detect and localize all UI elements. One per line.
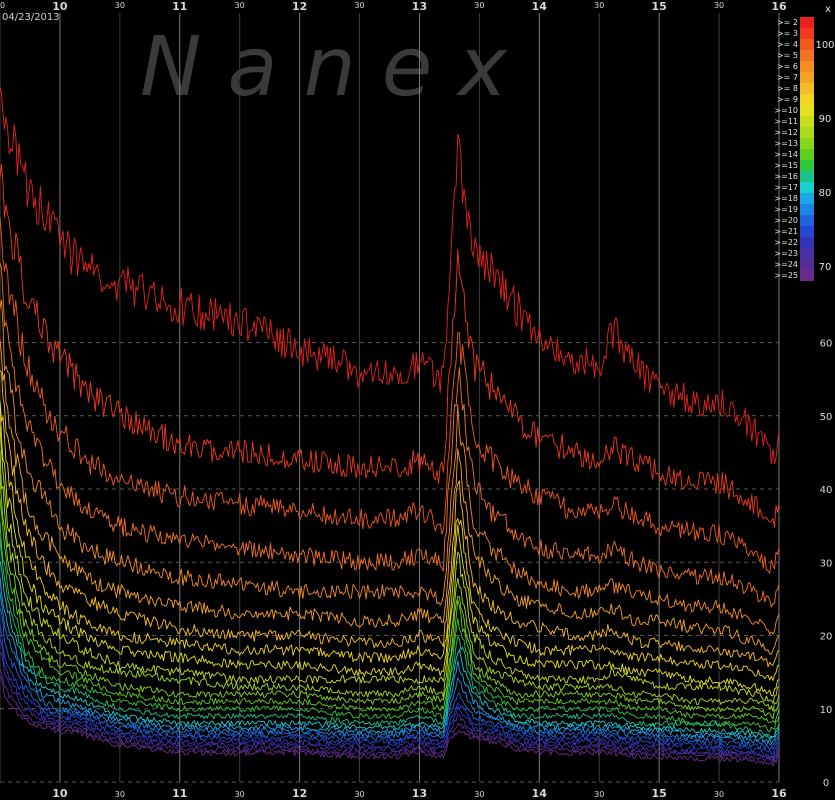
colorbar-tick-label: 90 — [819, 114, 832, 125]
x-tick-label: 30 — [594, 790, 604, 799]
legend-swatch — [800, 28, 814, 39]
y-tick-label: 20 — [820, 632, 833, 643]
colorbar-tick-label: 100 — [815, 40, 834, 51]
legend-label: >= 3 — [777, 29, 798, 38]
legend-swatch — [800, 50, 814, 61]
legend-swatch — [800, 83, 814, 94]
x-tick-label: 12 — [292, 787, 307, 800]
legend-swatch — [800, 72, 814, 83]
legend-swatch — [800, 204, 814, 215]
x-tick-label: 10 — [52, 787, 68, 800]
x-tick-label: 30 — [354, 790, 364, 799]
legend-swatch — [800, 149, 814, 160]
x-tick-label: 30 — [235, 790, 245, 799]
legend-swatch — [800, 182, 814, 193]
legend-swatch — [800, 270, 814, 281]
x-tick-label: 30 — [714, 1, 724, 10]
legend-label: >=16 — [774, 172, 798, 181]
x-tick-label: 30 — [354, 1, 364, 10]
legend-swatch — [800, 127, 814, 138]
legend-swatch — [800, 138, 814, 149]
x-tick-label: 13 — [412, 0, 427, 13]
legend-label: >= 4 — [777, 40, 798, 49]
x-tick-label: 30 — [0, 1, 5, 10]
x-tick-label: 16 — [771, 0, 787, 13]
legend-swatch — [800, 39, 814, 50]
legend-label: >=23 — [774, 249, 798, 258]
x-tick-label: 30 — [115, 790, 125, 799]
legend-label: >=14 — [774, 150, 798, 159]
legend-label: >=13 — [774, 139, 798, 148]
x-tick-label: 15 — [651, 787, 666, 800]
x-tick-label: 30 — [714, 790, 724, 799]
legend-swatch — [800, 193, 814, 204]
legend-swatch — [800, 116, 814, 127]
legend-label: >=19 — [774, 205, 798, 214]
chart-date: 04/23/2013 — [2, 12, 60, 23]
legend-label: >=20 — [774, 216, 798, 225]
legend-swatch — [800, 17, 814, 28]
x-tick-label: 30 — [594, 1, 604, 10]
legend-swatch — [800, 171, 814, 182]
x-tick-label: 11 — [172, 0, 187, 13]
legend-label: >= 9 — [777, 95, 798, 104]
colorbar-tick-label: 70 — [819, 262, 832, 273]
legend-label: >=15 — [774, 161, 798, 170]
legend-swatch — [800, 226, 814, 237]
legend-swatch — [800, 105, 814, 116]
colorbar-tick-label: 80 — [819, 188, 832, 199]
legend-label: >=12 — [774, 128, 798, 137]
x-tick-label: 30 — [235, 1, 245, 10]
legend-swatch — [800, 259, 814, 270]
x-tick-label: 15 — [651, 0, 666, 13]
legend-label: >=22 — [774, 238, 798, 247]
legend-label: >=18 — [774, 194, 798, 203]
legend-label: >=25 — [774, 271, 798, 280]
x-tick-label: 13 — [412, 787, 427, 800]
y-tick-label: 10 — [820, 705, 833, 716]
legend-swatch — [800, 215, 814, 226]
legend-label: >= 7 — [777, 73, 798, 82]
watermark: N a n e x — [140, 20, 508, 115]
y-tick-label: 40 — [820, 485, 833, 496]
y-tick-label: 50 — [820, 412, 833, 423]
x-tick-label: 14 — [532, 0, 548, 13]
legend-label: >=21 — [774, 227, 798, 236]
legend-swatch — [800, 237, 814, 248]
y-tick-label: 0 — [823, 778, 829, 789]
y-tick-label: 30 — [820, 558, 833, 569]
x-tick-label: 30 — [474, 1, 484, 10]
legend-label: >= 8 — [777, 84, 798, 93]
legend-label: >= 5 — [777, 51, 798, 60]
y-tick-label: 60 — [820, 339, 833, 350]
legend-swatch — [800, 248, 814, 259]
x-tick-label: 30 — [474, 790, 484, 799]
legend-label: >=10 — [774, 106, 798, 115]
legend-label: >=11 — [774, 117, 798, 126]
x-tick-label: 30 — [115, 1, 125, 10]
legend-swatch — [800, 160, 814, 171]
x-tick-label: 14 — [532, 787, 548, 800]
colorbar-label: x — [825, 4, 831, 15]
legend-label: >= 2 — [777, 18, 798, 27]
legend-swatch — [800, 61, 814, 72]
x-tick-label: 11 — [172, 787, 187, 800]
legend-swatch — [800, 94, 814, 105]
legend-label: >=24 — [774, 260, 798, 269]
x-tick-label: 12 — [292, 0, 307, 13]
legend-label: >=17 — [774, 183, 798, 192]
x-tick-label: 16 — [771, 787, 787, 800]
legend-label: >= 6 — [777, 62, 798, 71]
chart: N a n e x 10 10 11 11 12 12 13 13 14 14 15 15 16 16 30… — [0, 0, 835, 800]
